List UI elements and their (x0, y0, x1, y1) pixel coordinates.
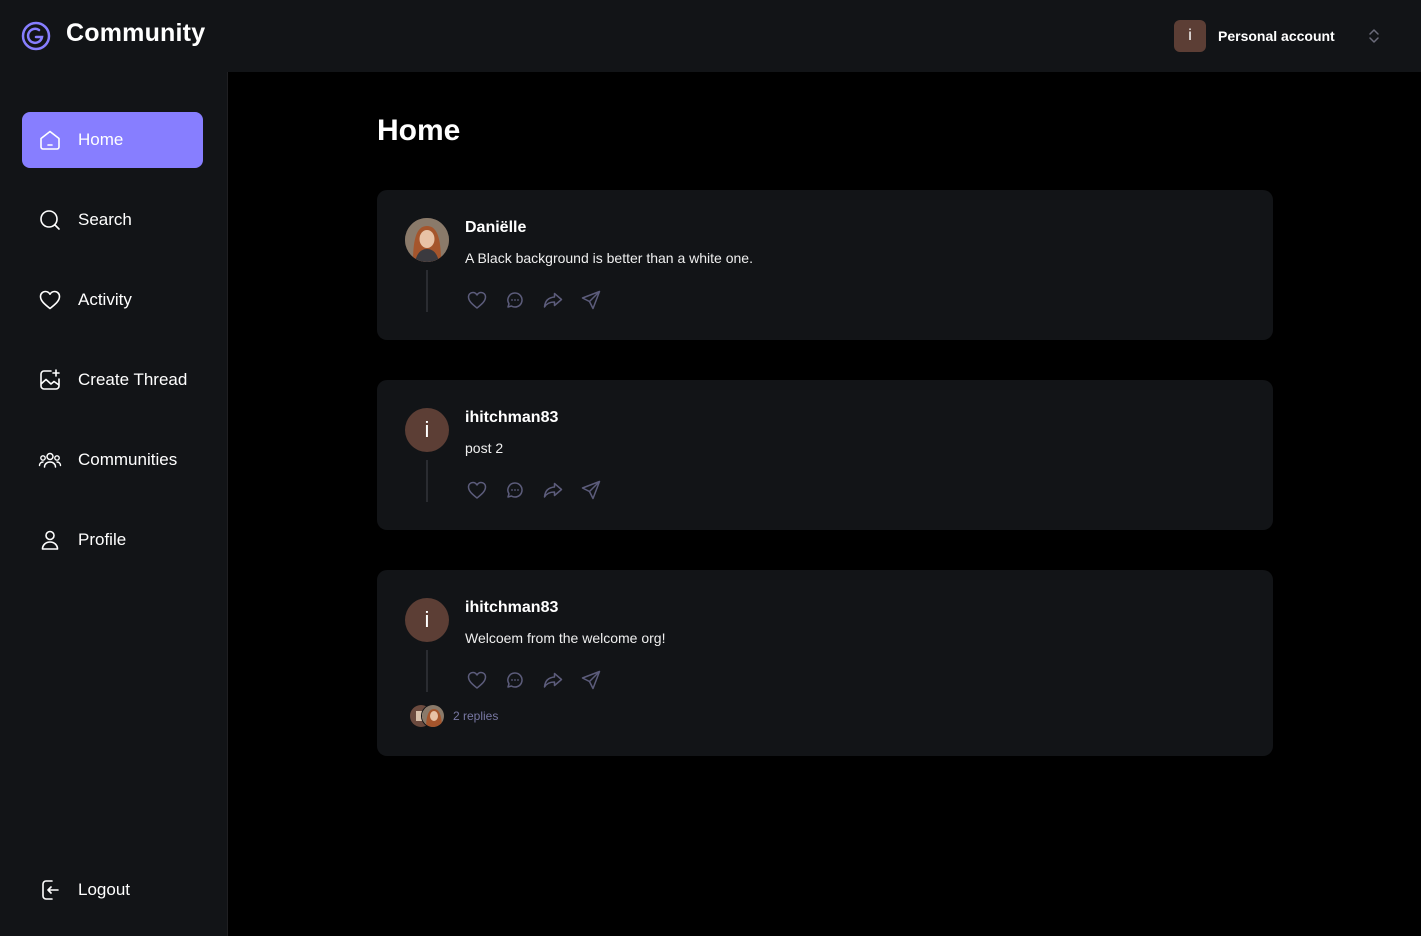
heart-icon (467, 481, 487, 499)
sidebar-item-label: Activity (78, 290, 132, 309)
thread-line (426, 460, 428, 502)
send-icon (581, 480, 601, 500)
home-icon (40, 130, 60, 150)
sidebar-item-label: Communities (78, 450, 178, 469)
thread-content: post 2 (465, 440, 504, 456)
app-title[interactable]: Community (66, 19, 205, 48)
sidebar-item-activity[interactable]: Activity (22, 272, 203, 328)
heart-icon (467, 291, 487, 309)
logout-label: Logout (78, 880, 130, 899)
sidebar-item-home[interactable]: Home (22, 112, 203, 168)
reply-button[interactable] (503, 288, 527, 312)
thread-card: i ihitchman83 post 2 (377, 380, 1273, 530)
send-button[interactable] (579, 288, 603, 312)
comment-icon (507, 292, 523, 308)
heart-icon (39, 290, 61, 310)
reply-button[interactable] (503, 668, 527, 692)
thread-content: Welcoem from the welcome org! (465, 630, 666, 646)
user-icon (41, 530, 59, 550)
like-button[interactable] (465, 288, 489, 312)
profile-photo (405, 218, 449, 262)
search-icon (40, 210, 60, 230)
sidebar-item-label: Search (78, 210, 132, 229)
sidebar-item-search[interactable]: Search (22, 192, 203, 248)
page-title: Home (377, 114, 461, 147)
thread-actions (465, 668, 603, 692)
logout-button[interactable]: Logout (22, 862, 203, 918)
thread-card: i ihitchman83 Welcoem from the welcome o… (377, 570, 1273, 756)
sidebar-item-label: Home (78, 130, 124, 149)
account-switcher[interactable]: i Personal account (1174, 20, 1379, 52)
send-icon (581, 290, 601, 310)
sidebar-item-label: Create Thread (78, 370, 188, 389)
sidebar: Home Search Activity Create Thread Commu… (0, 72, 228, 936)
comment-icon (507, 482, 523, 498)
heart-icon (467, 671, 487, 689)
sidebar-item-profile[interactable]: Profile (22, 512, 203, 568)
create-image-icon (40, 369, 60, 390)
share-arrow-icon (543, 292, 563, 308)
thread-author[interactable]: ihitchman83 (465, 409, 558, 427)
chevron-up-down-icon[interactable] (1364, 26, 1384, 46)
topbar: Community i Personal account (0, 0, 1421, 72)
replies-count[interactable]: 2 replies (453, 709, 498, 723)
account-label: Personal account (1218, 28, 1335, 44)
repost-button[interactable] (541, 478, 565, 502)
replies-summary[interactable]: 2 replies (409, 704, 498, 728)
send-button[interactable] (579, 478, 603, 502)
reply-avatar-photo (422, 705, 444, 727)
users-icon (38, 452, 62, 468)
send-icon (581, 670, 601, 690)
thread-card: Daniëlle A Black background is better th… (377, 190, 1273, 340)
thread-line (426, 270, 428, 312)
avatar[interactable]: i (405, 408, 449, 452)
share-arrow-icon (543, 482, 563, 498)
repost-button[interactable] (541, 668, 565, 692)
comment-icon (507, 672, 523, 688)
logo-icon[interactable] (20, 20, 52, 52)
thread-actions (465, 288, 603, 312)
logout-icon (42, 880, 59, 900)
send-button[interactable] (579, 668, 603, 692)
thread-author[interactable]: Daniëlle (465, 219, 526, 237)
sidebar-item-label: Profile (78, 530, 127, 549)
reply-avatar (421, 704, 445, 728)
sidebar-item-create-thread[interactable]: Create Thread (22, 352, 203, 408)
reply-button[interactable] (503, 478, 527, 502)
thread-content: A Black background is better than a whit… (465, 250, 753, 266)
thread-author[interactable]: ihitchman83 (465, 599, 558, 617)
thread-line (426, 650, 428, 692)
thread-actions (465, 478, 603, 502)
account-avatar: i (1174, 20, 1206, 52)
like-button[interactable] (465, 478, 489, 502)
avatar[interactable] (405, 218, 449, 262)
like-button[interactable] (465, 668, 489, 692)
share-arrow-icon (543, 672, 563, 688)
avatar[interactable]: i (405, 598, 449, 642)
repost-button[interactable] (541, 288, 565, 312)
sidebar-item-communities[interactable]: Communities (22, 432, 203, 488)
